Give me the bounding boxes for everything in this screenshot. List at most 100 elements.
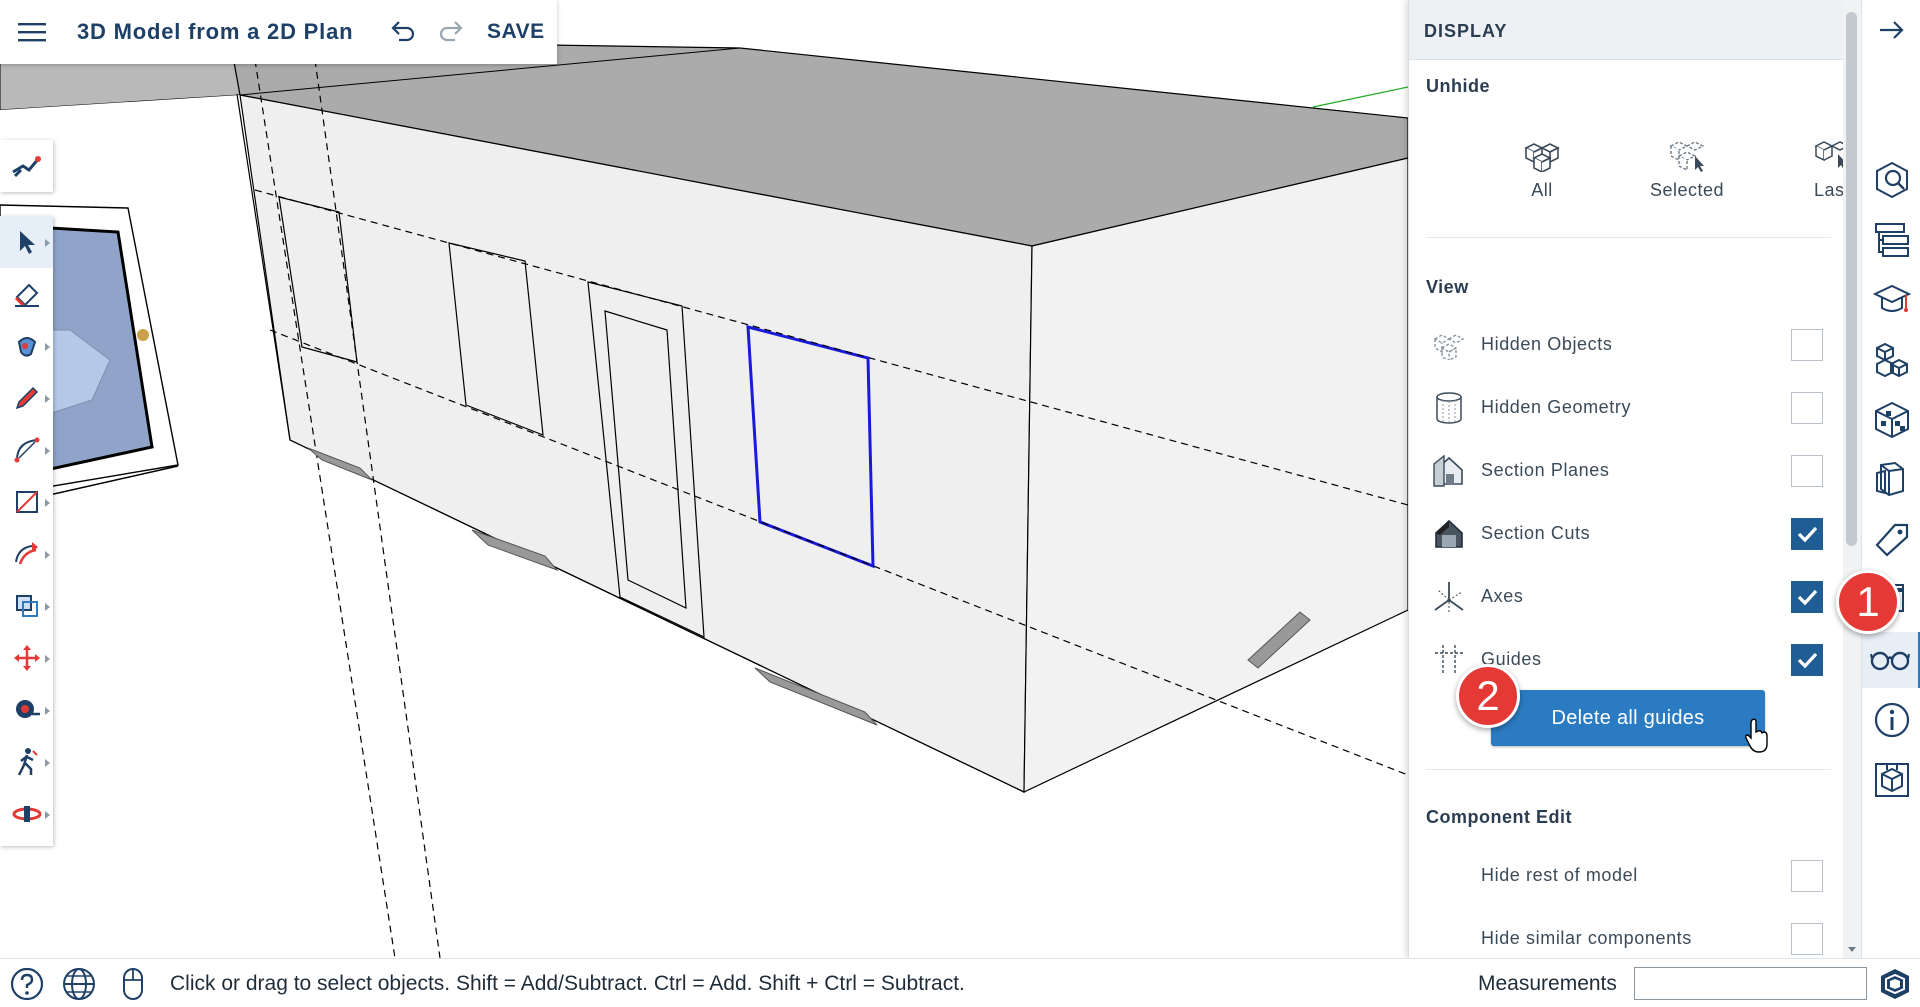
tool-caret-icon [45,447,50,455]
status-bar: Click or drag to select objects. Shift =… [0,958,1920,1007]
tool-caret-icon [45,551,50,559]
tool-caret-icon [45,603,50,611]
top-bar: 3D Model from a 2D Plan SAVE [0,0,557,64]
checkmark-icon [1797,526,1818,543]
help-icon[interactable] [8,965,46,1003]
arrow-right-icon[interactable] [1862,2,1920,58]
measurements-input[interactable] [1634,967,1867,1000]
push-pull-tool[interactable] [0,528,53,580]
tool-caret-icon [45,707,50,715]
option-label: Hidden Geometry [1481,397,1632,417]
globe-icon[interactable] [60,965,98,1003]
option-hide-rest-of-model[interactable]: Hide rest of model [1409,850,1829,898]
save-button[interactable]: SAVE [487,20,545,44]
tape-measure-tool[interactable] [0,684,53,736]
walk-tool[interactable] [0,736,53,788]
option-section-cuts[interactable]: Section Cuts [1409,508,1829,556]
unhide-last-label: Last [1813,180,1843,200]
arc-tool[interactable] [0,424,53,476]
pencil-line-tool[interactable] [0,372,53,424]
section-planes-icon [1431,453,1467,489]
left-toolbar-tools [0,216,53,846]
styles-icon[interactable] [1862,452,1920,508]
checkmark-icon [1797,589,1818,606]
arc-icon [14,437,39,463]
delete-all-guides-button[interactable]: Delete all guides [1491,690,1765,746]
status-message: Click or drag to select objects. Shift =… [170,972,965,995]
model-info-icon[interactable] [1862,152,1920,208]
move-icon [13,645,40,671]
guides-icon [1431,642,1467,678]
hidden-objects-icon [1431,327,1467,363]
select-arrow-icon [19,231,35,254]
entity-info-icon[interactable] [1862,692,1920,748]
unhide-all-button[interactable]: All [1487,128,1597,208]
tool-caret-icon [45,759,50,767]
axes-checkbox[interactable] [1791,581,1823,613]
pencil-icon [15,386,38,410]
hand-cursor-icon [1745,718,1768,753]
panel-title: DISPLAY [1424,21,1508,41]
hide-rest-checkbox[interactable] [1791,860,1823,892]
option-hidden-objects[interactable]: Hidden Objects [1409,319,1829,367]
paint-bucket-tool[interactable] [0,320,53,372]
hamburger-menu-icon[interactable] [0,0,64,64]
offset-icon [15,595,38,617]
panel-scrollbar[interactable] [1843,0,1861,958]
eraser-icon [14,283,39,307]
outliner-icon[interactable] [1862,212,1920,268]
offset-tool[interactable] [0,580,53,632]
display-icon[interactable] [1862,632,1920,688]
search-tool-icon[interactable] [0,140,53,192]
glasses-icon [1870,651,1910,671]
move-tool[interactable] [0,632,53,684]
undo-icon[interactable] [379,8,427,56]
unhide-last-button[interactable]: Last [1777,128,1843,208]
option-hidden-geometry[interactable]: Hidden Geometry [1409,382,1829,430]
rectangle-tool[interactable] [0,476,53,528]
display-panel: DISPLAY Unhide All Selected Last View [1408,0,1843,958]
orbit-icon [12,806,41,822]
section-cuts-checkbox[interactable] [1791,518,1823,550]
scrollbar-thumb[interactable] [1846,12,1857,546]
instructor-icon[interactable] [1862,272,1920,328]
divider [1426,237,1831,238]
mouse-icon[interactable] [114,965,152,1003]
option-label: Hide similar components [1481,928,1692,948]
materials-icon[interactable] [1862,392,1920,448]
unhide-all-label: All [1531,180,1553,200]
hide-similar-checkbox[interactable] [1791,923,1823,955]
guides-checkbox[interactable] [1791,644,1823,676]
axes-icon [1431,579,1467,615]
option-label: Axes [1481,586,1524,606]
option-label: Section Cuts [1481,523,1591,543]
cubes-icon [1487,128,1597,172]
select-tool[interactable] [0,216,53,268]
redo-icon[interactable] [427,8,475,56]
unhide-heading: Unhide [1426,76,1490,96]
tool-caret-icon [45,343,50,351]
hidden-geometry-checkbox[interactable] [1791,392,1823,424]
cubes-last-icon [1777,128,1843,172]
scroll-down-icon[interactable] [1847,946,1857,954]
section-planes-checkbox[interactable] [1791,455,1823,487]
callout-badge-1: 1 [1836,570,1900,634]
components-icon[interactable] [1862,332,1920,388]
paint-bucket-icon [17,337,36,357]
tape-measure-icon [15,700,40,718]
solid-inspector-icon[interactable] [1862,752,1920,808]
option-section-planes[interactable]: Section Planes [1409,445,1829,493]
sketchup-logo-icon [1876,965,1914,1003]
tags-icon[interactable] [1862,512,1920,568]
left-toolbar-top [0,140,53,192]
callout-badge-2: 2 [1456,664,1520,728]
eraser-tool[interactable] [0,268,53,320]
hidden-geometry-icon [1431,390,1467,426]
model-title[interactable]: 3D Model from a 2D Plan [77,19,379,45]
orbit-tool[interactable] [0,788,53,840]
option-hide-similar-components[interactable]: Hide similar components [1409,913,1829,958]
right-icon-bar [1861,0,1920,958]
unhide-selected-button[interactable]: Selected [1632,128,1742,208]
hidden-objects-checkbox[interactable] [1791,329,1823,361]
option-axes[interactable]: Axes [1409,571,1829,619]
